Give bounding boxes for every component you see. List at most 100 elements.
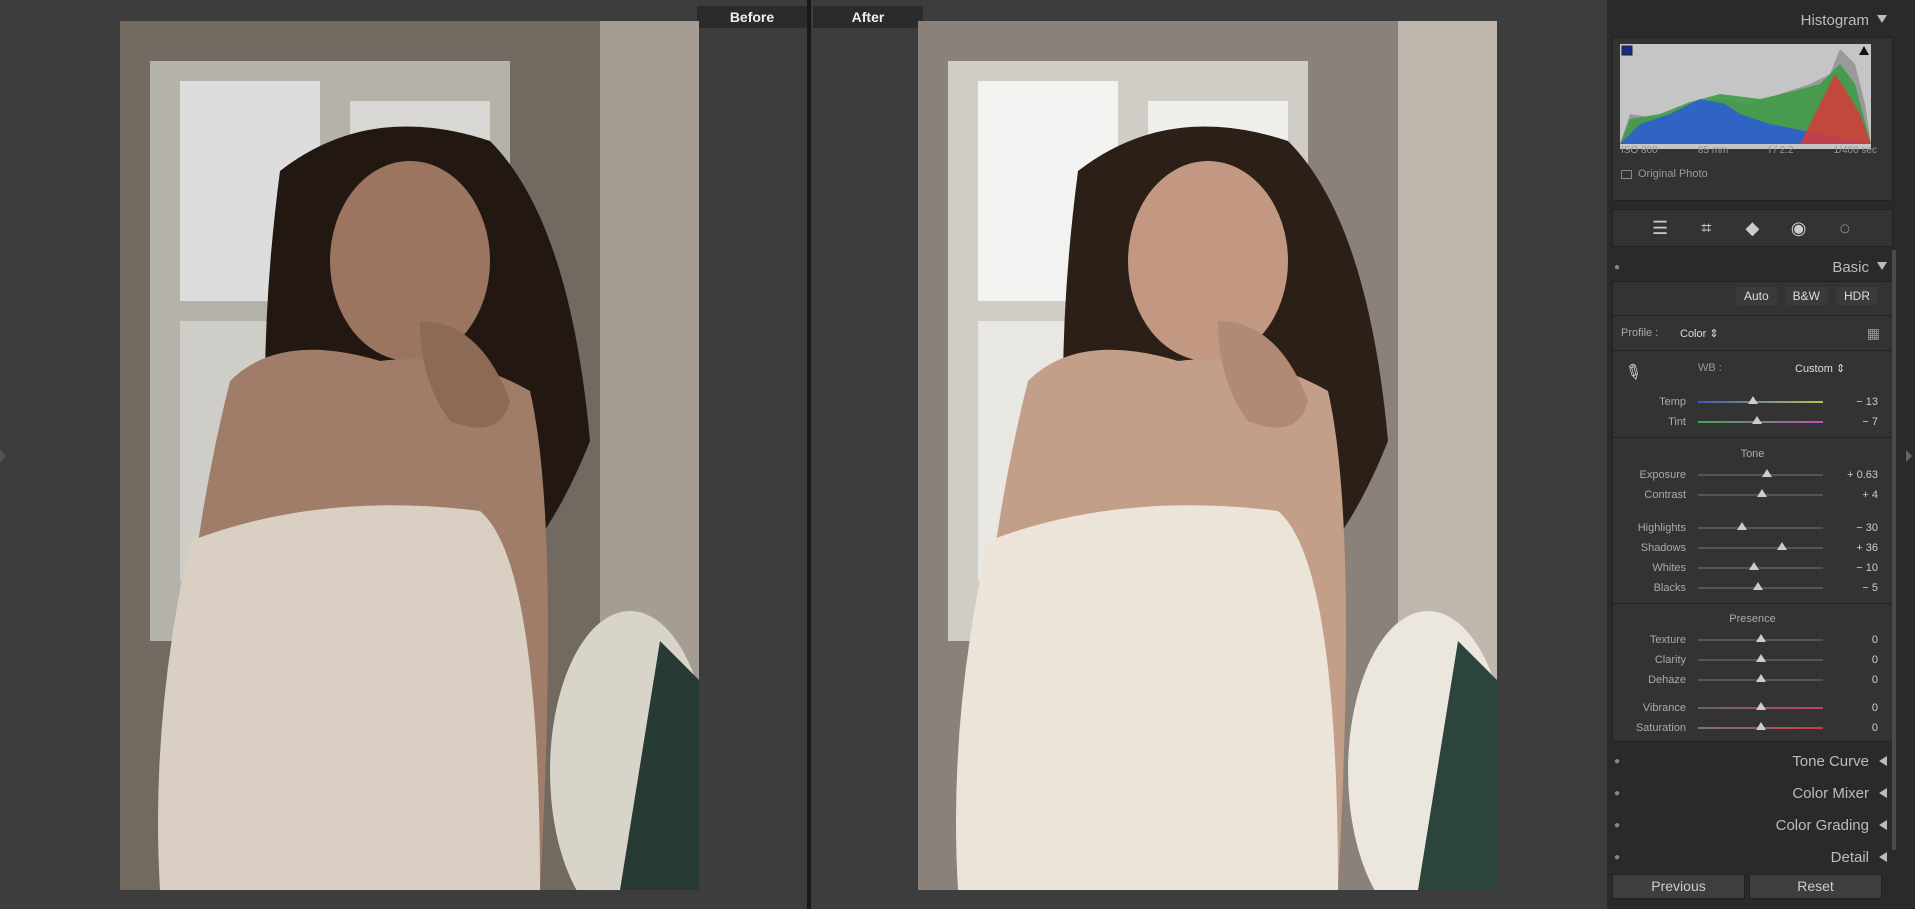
dehaze-label: Dehaze [1648, 674, 1686, 686]
blacks-slider-thumb[interactable] [1753, 582, 1763, 590]
eye-icon[interactable]: ● [1614, 756, 1620, 767]
tone-curve-header[interactable]: ● Tone Curve [1607, 748, 1893, 774]
texture-slider-thumb[interactable] [1755, 634, 1766, 642]
contrast-label: Contrast [1644, 489, 1686, 501]
temp-label: Temp [1659, 396, 1686, 408]
sliders-icon[interactable]: ☰ [1647, 218, 1673, 239]
expand-left-icon[interactable] [1879, 820, 1887, 830]
previous-button[interactable]: Previous [1612, 874, 1745, 899]
redeye-icon[interactable]: ◉ [1786, 218, 1812, 239]
shadows-row[interactable]: Shadows + 36 [1613, 540, 1892, 556]
saturation-row[interactable]: Saturation 0 [1613, 720, 1892, 736]
color-grading-header[interactable]: ● Color Grading [1607, 812, 1893, 838]
aperture-value: f / 2.2 [1768, 145, 1794, 156]
wb-select[interactable]: Custom ⇕ [1795, 362, 1845, 375]
original-photo-checkbox[interactable] [1621, 169, 1632, 179]
before-pane: Before [9, 0, 807, 909]
contrast-slider-thumb[interactable] [1756, 489, 1767, 497]
before-photo[interactable] [120, 21, 699, 890]
saturation-slider-thumb[interactable] [1755, 722, 1766, 730]
vibrance-slider-thumb[interactable] [1755, 702, 1766, 710]
dehaze-row[interactable]: Dehaze 0 [1613, 672, 1892, 688]
contrast-row[interactable]: Contrast + 4 [1613, 487, 1892, 503]
shadows-value[interactable]: + 36 [1856, 542, 1878, 554]
expand-left-icon[interactable] [1879, 756, 1887, 766]
profile-browser-icon[interactable]: ▦ [1867, 325, 1880, 342]
shadows-slider-thumb[interactable] [1776, 542, 1787, 550]
whites-row[interactable]: Whites − 10 [1613, 560, 1892, 576]
collapse-down-icon[interactable] [1877, 262, 1887, 270]
profile-label: Profile : [1621, 327, 1659, 339]
crop-icon[interactable]: ⌗ [1693, 218, 1719, 239]
expand-left-icon[interactable] [1879, 788, 1887, 798]
exposure-row[interactable]: Exposure + 0.63 [1613, 467, 1892, 483]
after-photo-graphic [918, 21, 1497, 890]
right-panel: Histogram ISO 800 85 mm f / 2.2 1/400 se… [1607, 0, 1915, 909]
eye-icon[interactable]: ● [1614, 788, 1620, 799]
histogram-graph [1620, 44, 1871, 149]
detail-header[interactable]: ● Detail [1607, 844, 1893, 870]
temp-slider-thumb[interactable] [1748, 396, 1758, 404]
eraser-icon[interactable]: ◆ [1739, 218, 1765, 239]
panel-scrollbar[interactable] [1892, 250, 1896, 850]
eyedropper-icon[interactable]: ✎ [1620, 357, 1647, 387]
original-photo-toggle[interactable]: Original Photo [1621, 168, 1708, 180]
exposure-value[interactable]: + 0.63 [1847, 469, 1878, 481]
vibrance-row[interactable]: Vibrance 0 [1613, 700, 1892, 716]
vibrance-label: Vibrance [1642, 702, 1686, 714]
clarity-value[interactable]: 0 [1872, 654, 1878, 666]
basic-title: Basic [1832, 259, 1869, 276]
expand-left-icon[interactable] [1879, 852, 1887, 862]
tone-heading: Tone [1740, 448, 1765, 460]
eye-icon[interactable]: ● [1614, 820, 1620, 831]
eye-icon[interactable]: ● [1614, 262, 1620, 273]
profile-select[interactable]: Color ⇕ [1680, 327, 1719, 340]
shutter-value: 1/400 sec [1833, 145, 1877, 156]
vibrance-value[interactable]: 0 [1872, 702, 1878, 714]
left-panel-arrow-icon[interactable] [0, 450, 6, 462]
whites-value[interactable]: − 10 [1856, 562, 1878, 574]
tone-curve-title: Tone Curve [1792, 753, 1869, 770]
masking-icon[interactable]: ◌ [1832, 218, 1858, 239]
blacks-row[interactable]: Blacks − 5 [1613, 580, 1892, 596]
histogram-box: ISO 800 85 mm f / 2.2 1/400 sec Original… [1612, 37, 1893, 201]
tint-row[interactable]: Tint − 7 [1613, 414, 1892, 430]
dehaze-slider-thumb[interactable] [1755, 674, 1766, 682]
basic-header[interactable]: ● Basic [1607, 254, 1893, 280]
clarity-slider-thumb[interactable] [1755, 654, 1766, 662]
collapse-down-icon[interactable] [1877, 15, 1887, 23]
texture-value[interactable]: 0 [1872, 634, 1878, 646]
hdr-button[interactable]: HDR [1836, 287, 1878, 305]
reset-button[interactable]: Reset [1749, 874, 1882, 899]
tint-label: Tint [1668, 416, 1686, 428]
clarity-row[interactable]: Clarity 0 [1613, 652, 1892, 668]
after-photo[interactable] [918, 21, 1497, 890]
color-mixer-header[interactable]: ● Color Mixer [1607, 780, 1893, 806]
histogram-title: Histogram [1800, 12, 1869, 29]
right-panel-arrow-icon[interactable] [1906, 450, 1912, 462]
contrast-value[interactable]: + 4 [1862, 489, 1878, 501]
exposure-slider-thumb[interactable] [1761, 469, 1772, 477]
whites-slider-thumb[interactable] [1749, 562, 1760, 570]
presence-heading: Presence [1729, 613, 1776, 625]
histogram-header[interactable]: Histogram [1607, 7, 1893, 33]
color-mixer-title: Color Mixer [1792, 785, 1869, 802]
bw-button[interactable]: B&W [1784, 287, 1828, 305]
temp-value[interactable]: − 13 [1856, 396, 1878, 408]
clarity-label: Clarity [1654, 654, 1686, 666]
eye-icon[interactable]: ● [1614, 852, 1620, 863]
highlights-slider-thumb[interactable] [1736, 522, 1747, 530]
highlights-value[interactable]: − 30 [1856, 522, 1878, 534]
texture-row[interactable]: Texture 0 [1613, 632, 1892, 648]
dehaze-value[interactable]: 0 [1872, 674, 1878, 686]
saturation-value[interactable]: 0 [1872, 722, 1878, 734]
auto-button[interactable]: Auto [1735, 287, 1777, 305]
tint-slider-thumb[interactable] [1751, 416, 1762, 424]
profile-value: Color [1680, 328, 1707, 340]
tint-value[interactable]: − 7 [1862, 416, 1878, 428]
blacks-value[interactable]: − 5 [1862, 582, 1878, 594]
temp-row[interactable]: Temp − 13 [1613, 394, 1892, 410]
highlights-label: Highlights [1637, 522, 1686, 534]
detail-title: Detail [1830, 849, 1869, 866]
highlights-row[interactable]: Highlights − 30 [1613, 520, 1892, 536]
